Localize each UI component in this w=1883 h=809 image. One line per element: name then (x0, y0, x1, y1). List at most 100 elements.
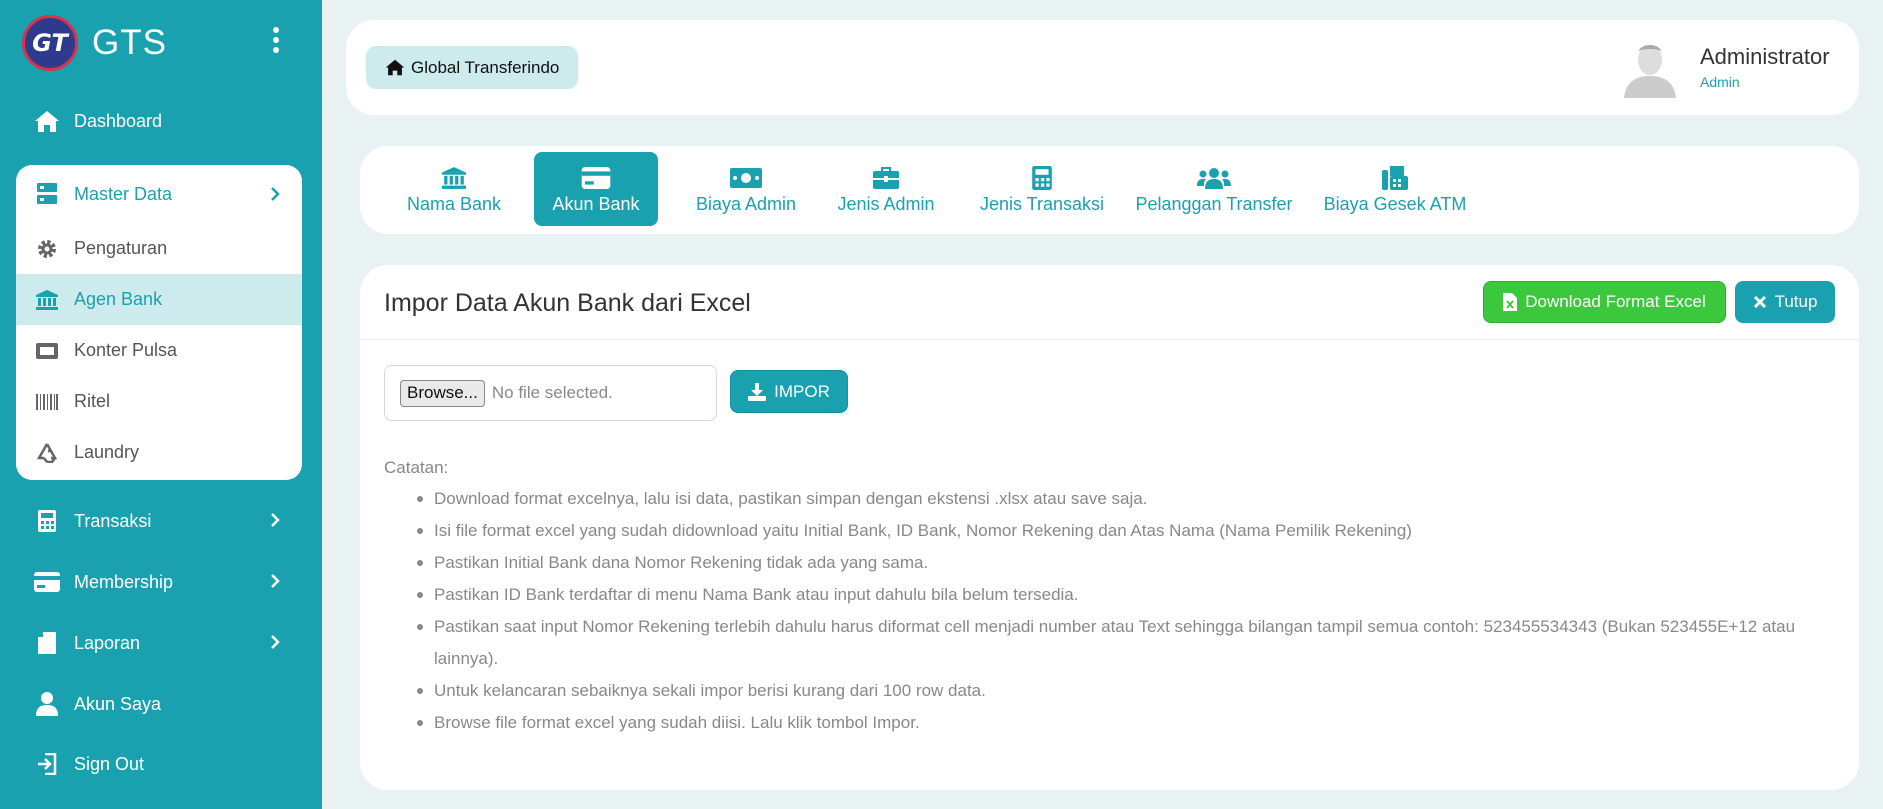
tab-label: Akun Bank (552, 193, 640, 214)
user-icon (34, 691, 60, 717)
card-title: Impor Data Akun Bank dari Excel (384, 289, 751, 317)
notes-title: Catatan: (384, 458, 449, 477)
home-icon (34, 108, 60, 134)
sidebar-item-label: Transaksi (74, 510, 152, 531)
sidebar-item-label: Laporan (74, 632, 141, 653)
users-icon (1197, 164, 1231, 192)
recycle-icon (34, 440, 60, 466)
calculator-icon (34, 508, 60, 534)
logo: GT (22, 15, 78, 71)
tab-label: Biaya Gesek ATM (1323, 193, 1467, 214)
kebab-menu-icon[interactable] (268, 27, 284, 59)
book-icon (34, 630, 60, 656)
gear-icon (34, 236, 60, 262)
tab-biaya-gesek-atm[interactable]: Biaya Gesek ATM (1320, 152, 1470, 226)
tab-pelanggan-transfer[interactable]: Pelanggan Transfer (1130, 152, 1298, 226)
user-role: Admin (1700, 74, 1740, 90)
note-item: Untuk kelancaran sebaiknya sekali impor … (417, 675, 1834, 707)
sidebar-item-label: Dashboard (74, 110, 163, 131)
note-item: Pastikan saat input Nomor Rekening terle… (417, 611, 1834, 675)
bank-icon (442, 164, 466, 192)
close-icon (1753, 295, 1767, 309)
sidebar-subitem-label: Agen Bank (74, 289, 163, 309)
logo-text: GT (32, 29, 68, 57)
sidebar-subitem-ritel[interactable]: Ritel (16, 376, 302, 427)
note-item: Download format excelnya, lalu isi data,… (417, 483, 1834, 515)
sidebar-item-label: Sign Out (74, 753, 145, 774)
note-item: Pastikan Initial Bank dana Nomor Rekenin… (417, 547, 1834, 579)
tab-label: Jenis Admin (837, 193, 935, 214)
note-item: Isi file format excel yang sudah didownl… (417, 515, 1834, 547)
close-label: Tutup (1774, 292, 1818, 311)
master-data-submenu: Master Data Pengaturan Agen Bank Konter … (16, 165, 302, 480)
sidebar-subitem-label: Konter Pulsa (74, 340, 178, 360)
file-input[interactable]: Browse... No file selected. (384, 365, 717, 421)
tab-akun-bank[interactable]: Akun Bank (534, 152, 658, 226)
sidebar-subitem-pengaturan[interactable]: Pengaturan (16, 223, 302, 274)
sidebar-item-label: Master Data (74, 183, 173, 204)
tab-jenis-admin[interactable]: Jenis Admin (830, 152, 942, 226)
sidebar-item-dashboard[interactable]: Dashboard (16, 94, 302, 148)
avatar[interactable] (1620, 38, 1680, 98)
brand-name: GTS (92, 23, 167, 62)
sidebar-item-membership[interactable]: Membership (16, 555, 302, 609)
tab-label: Biaya Admin (695, 193, 797, 214)
note-item: Pastikan ID Bank terdaftar di menu Nama … (417, 579, 1834, 611)
sidebar-item-label: Membership (74, 571, 174, 592)
sidebar-subitem-label: Pengaturan (74, 238, 168, 258)
home-icon (385, 59, 405, 76)
tab-label: Pelanggan Transfer (1135, 193, 1293, 214)
sidebar-item-laporan[interactable]: Laporan (16, 616, 302, 670)
sign-out-icon (34, 751, 60, 777)
download-format-excel-label: Download Format Excel (1525, 292, 1706, 311)
note-item: Browse file format excel yang sudah diis… (417, 707, 1834, 739)
bank-icon (34, 287, 60, 313)
card-divider (360, 339, 1859, 340)
credit-card-icon (581, 164, 611, 192)
chevron-right-icon (271, 187, 280, 201)
ticket-icon (34, 338, 60, 364)
chevron-right-icon (271, 513, 280, 527)
chevron-right-icon (271, 574, 280, 588)
chevron-right-icon (271, 635, 280, 649)
file-status: No file selected. (491, 383, 613, 402)
tab-jenis-transaksi[interactable]: Jenis Transaksi (966, 152, 1118, 226)
tab-bar: Nama Bank Akun Bank Biaya Admin Jenis Ad… (360, 146, 1859, 234)
user-name: Administrator (1700, 44, 1830, 69)
tab-label: Nama Bank (406, 193, 502, 214)
download-format-excel-button[interactable]: Download Format Excel (1483, 281, 1726, 323)
download-icon (748, 382, 767, 401)
tab-nama-bank[interactable]: Nama Bank (400, 152, 508, 226)
brand[interactable]: GT GTS (22, 14, 167, 72)
fax-icon (1382, 164, 1408, 192)
sidebar-item-transaksi[interactable]: Transaksi (16, 494, 302, 548)
calculator-icon (1032, 164, 1052, 192)
import-button[interactable]: IMPOR (730, 370, 848, 413)
import-label: IMPOR (774, 381, 830, 401)
sidebar-subitem-label: Ritel (74, 391, 111, 411)
import-card: Impor Data Akun Bank dari Excel Download… (360, 265, 1859, 790)
breadcrumb-label: Global Transferindo (411, 57, 560, 77)
close-button[interactable]: Tutup (1735, 281, 1835, 323)
browse-button[interactable]: Browse... (400, 379, 485, 407)
tab-label: Jenis Transaksi (979, 193, 1105, 214)
sidebar-subitem-konter-pulsa[interactable]: Konter Pulsa (16, 325, 302, 376)
notes-list: Download format excelnya, lalu isi data,… (417, 483, 1834, 739)
briefcase-icon (873, 164, 899, 192)
server-icon (34, 181, 60, 207)
sidebar-subitem-label: Laundry (74, 442, 140, 462)
file-excel-icon (1503, 293, 1518, 311)
credit-card-icon (34, 569, 60, 595)
sidebar: GT GTS Dashboard Master Data Pengaturan (0, 0, 322, 809)
sidebar-subitem-agen-bank[interactable]: Agen Bank (16, 274, 302, 325)
money-bill-icon (730, 164, 762, 192)
topbar: Global Transferindo Administrator Admin (346, 20, 1859, 115)
barcode-icon (34, 389, 60, 415)
sidebar-item-sign-out[interactable]: Sign Out (16, 737, 302, 791)
sidebar-item-label: Akun Saya (74, 693, 162, 714)
sidebar-item-master-data[interactable]: Master Data (16, 165, 302, 223)
sidebar-item-akun-saya[interactable]: Akun Saya (16, 677, 302, 731)
tab-biaya-admin[interactable]: Biaya Admin (686, 152, 806, 226)
breadcrumb[interactable]: Global Transferindo (366, 46, 579, 89)
sidebar-subitem-laundry[interactable]: Laundry (16, 427, 302, 478)
